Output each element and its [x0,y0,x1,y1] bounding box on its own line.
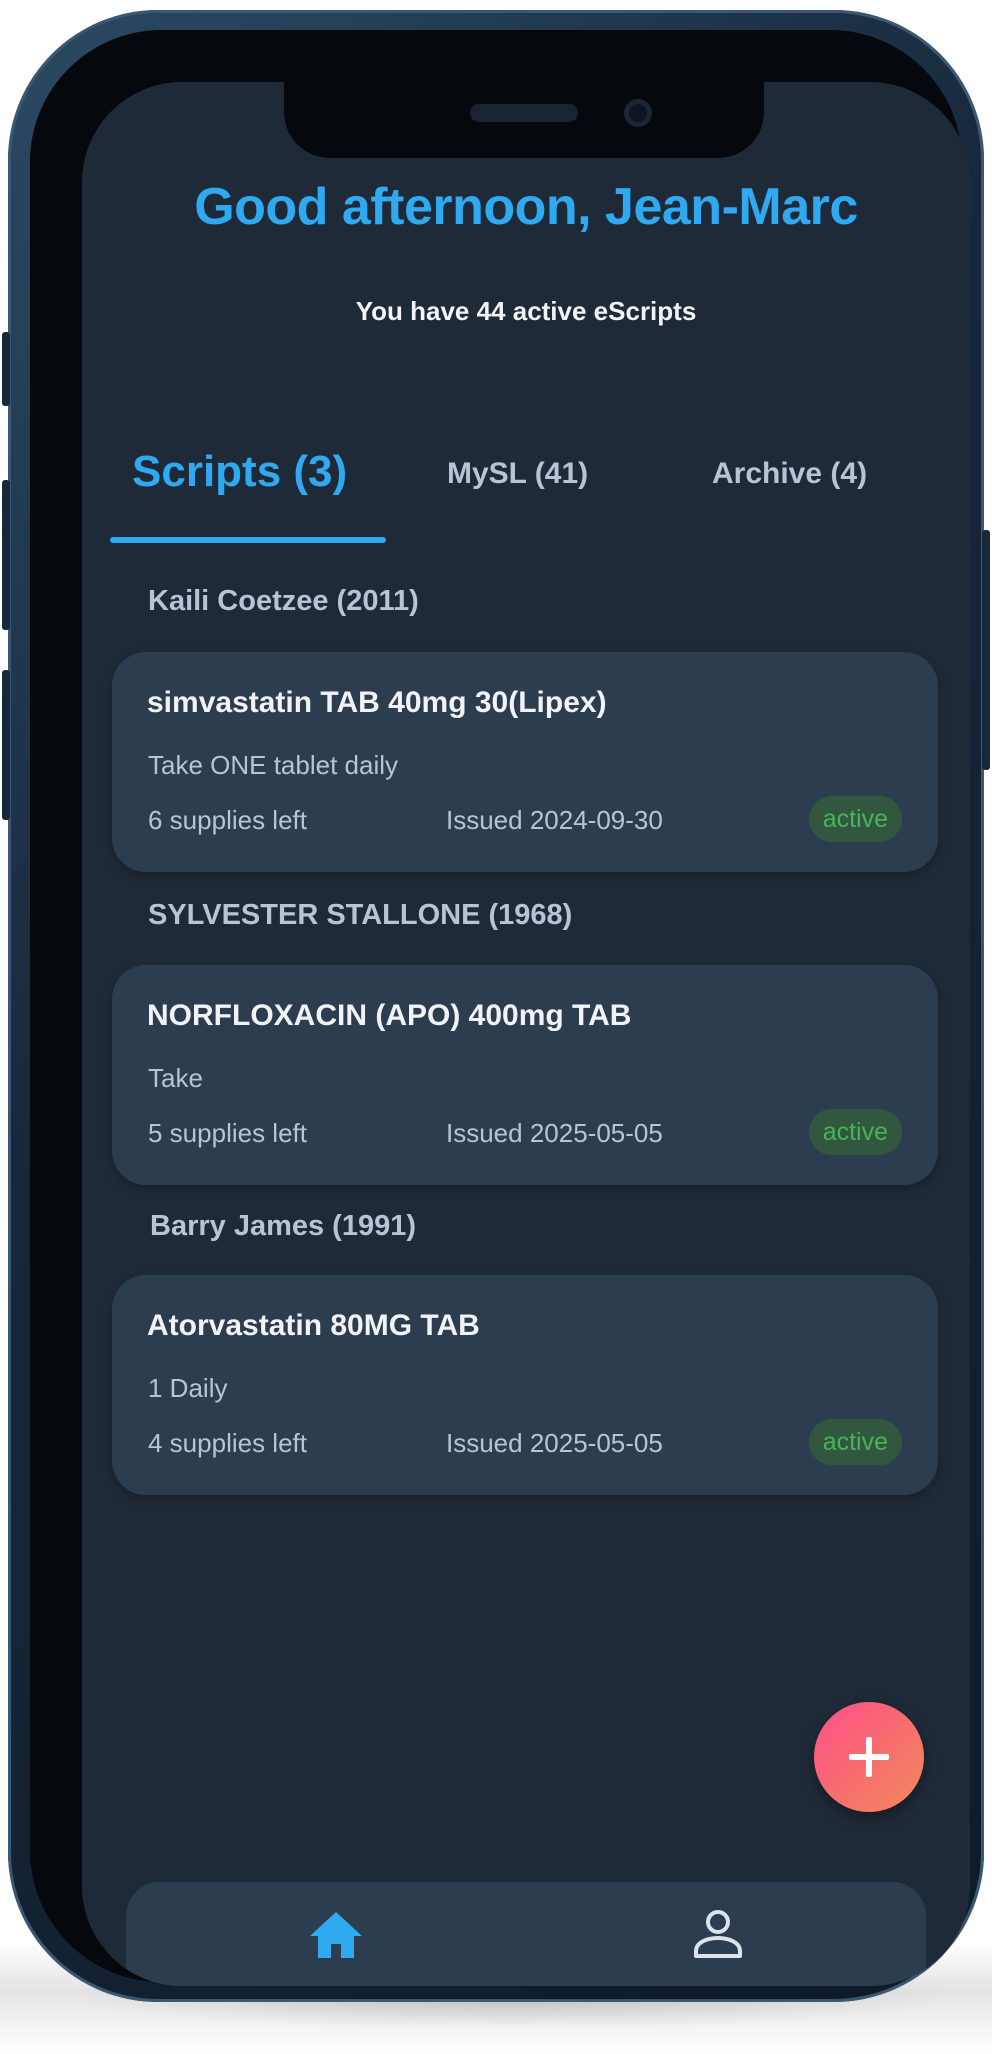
notch [284,82,764,158]
power-button [982,530,990,770]
drug-name: simvastatin TAB 40mg 30(Lipex) [147,686,607,719]
drug-name: Atorvastatin 80MG TAB [147,1309,480,1342]
nav-home-button[interactable] [306,1904,366,1964]
patient-header: Barry James (1991) [150,1210,417,1242]
plus-icon [849,1737,889,1777]
active-tab-indicator [110,537,386,543]
script-card[interactable]: Atorvastatin 80MG TAB 1 Daily 4 supplies… [112,1275,938,1495]
person-icon [694,1910,742,1958]
screenshot-stage: Good afternoon, Jean-Marc You have 44 ac… [0,0,992,2054]
volume-up-button [2,480,10,630]
tab-archive[interactable]: Archive (4) [712,457,867,491]
supplies-left: 5 supplies left [148,1118,307,1148]
supplies-left: 4 supplies left [148,1428,307,1458]
dosage-instructions: Take ONE tablet daily [148,750,399,780]
volume-down-button [2,670,10,820]
status-badge: active [808,1109,902,1155]
patient-header: Kaili Coetzee (2011) [148,585,419,617]
home-icon [310,1912,362,1958]
patient-header: SYLVESTER STALLONE (1968) [148,899,573,931]
issued-date: Issued 2024-09-30 [446,805,663,835]
active-scripts-summary: You have 44 active eScripts [355,296,697,326]
dosage-instructions: Take [148,1063,203,1093]
phone-bezel: Good afternoon, Jean-Marc You have 44 ac… [30,30,970,1986]
tab-mysl[interactable]: MySL (41) [447,457,588,491]
status-badge: active [808,796,902,842]
mute-switch [2,332,10,406]
status-badge: active [808,1419,902,1465]
bottom-navigation [126,1882,926,1986]
script-card[interactable]: NORFLOXACIN (APO) 400mg TAB Take 5 suppl… [112,965,938,1185]
speaker-grille [470,104,578,122]
add-script-button[interactable] [814,1702,924,1812]
drug-name: NORFLOXACIN (APO) 400mg TAB [147,999,632,1032]
tab-scripts[interactable]: Scripts (3) [132,447,347,497]
app-screen: Good afternoon, Jean-Marc You have 44 ac… [82,82,970,1986]
phone-frame: Good afternoon, Jean-Marc You have 44 ac… [2,10,990,2002]
front-camera [624,99,652,127]
nav-profile-button[interactable] [688,1904,748,1964]
script-card[interactable]: simvastatin TAB 40mg 30(Lipex) Take ONE … [112,652,938,872]
issued-date: Issued 2025-05-05 [446,1118,663,1148]
supplies-left: 6 supplies left [148,805,307,835]
dosage-instructions: 1 Daily [148,1373,228,1403]
greeting-title: Good afternoon, Jean-Marc [194,178,858,236]
issued-date: Issued 2025-05-05 [446,1428,663,1458]
